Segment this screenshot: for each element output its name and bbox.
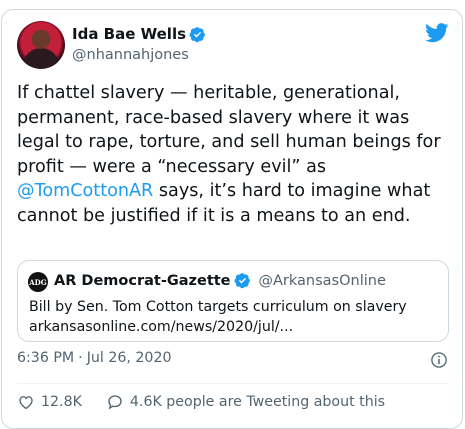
tweet-card[interactable]: Ida Bae Wells @nhannahjones If chattel s… — [1, 9, 463, 429]
author-name-line[interactable]: Ida Bae Wells — [72, 25, 206, 43]
twitter-bird-icon[interactable] — [425, 23, 449, 43]
tweet-text: If chattel slavery — heritable, generati… — [17, 81, 457, 228]
quoted-display-name[interactable]: AR Democrat-Gazette — [54, 273, 231, 289]
quoted-handle[interactable]: @ArkansasOnline — [259, 273, 386, 289]
tweet-timestamp[interactable]: 6:36 PM · Jul 26, 2020 — [17, 350, 172, 366]
quoted-text: Bill by Sen. Tom Cotton targets curricul… — [29, 297, 407, 337]
tweet-header: Ida Bae Wells @nhannahjones — [17, 21, 449, 73]
quoted-tweet[interactable]: ADG AR Democrat-Gazette @ArkansasOnline … — [17, 260, 449, 342]
info-icon[interactable] — [430, 351, 448, 369]
divider — [17, 383, 449, 384]
verified-badge-icon — [234, 273, 250, 289]
avatar[interactable] — [17, 21, 65, 69]
tweet-time[interactable]: 6:36 PM — [17, 350, 74, 366]
mention-link[interactable]: @TomCottonAR — [17, 181, 153, 201]
author-handle[interactable]: @nhannahjones — [72, 47, 189, 63]
quoted-avatar[interactable]: ADG — [28, 272, 48, 292]
tweet-actions: 12.8K 4.6K people are Tweeting about thi… — [17, 393, 409, 411]
like-button[interactable]: 12.8K — [17, 393, 82, 411]
heart-icon — [19, 396, 33, 410]
tweet-text-part-1: If chattel slavery — heritable, generati… — [17, 83, 441, 177]
author-display-name[interactable]: Ida Bae Wells — [72, 25, 186, 43]
meta-separator: · — [78, 350, 83, 366]
quoted-link-text[interactable]: arkansasonline.com/news/2020/jul/... — [29, 317, 407, 337]
quoted-name-line: AR Democrat-Gazette @ArkansasOnline — [54, 272, 386, 289]
reply-button[interactable]: 4.6K people are Tweeting about this — [106, 393, 385, 411]
quoted-text-line-1: Bill by Sen. Tom Cotton targets curricul… — [29, 299, 407, 315]
comment-icon — [108, 395, 122, 410]
tweet-date[interactable]: Jul 26, 2020 — [87, 350, 172, 366]
verified-badge-icon — [189, 26, 205, 42]
